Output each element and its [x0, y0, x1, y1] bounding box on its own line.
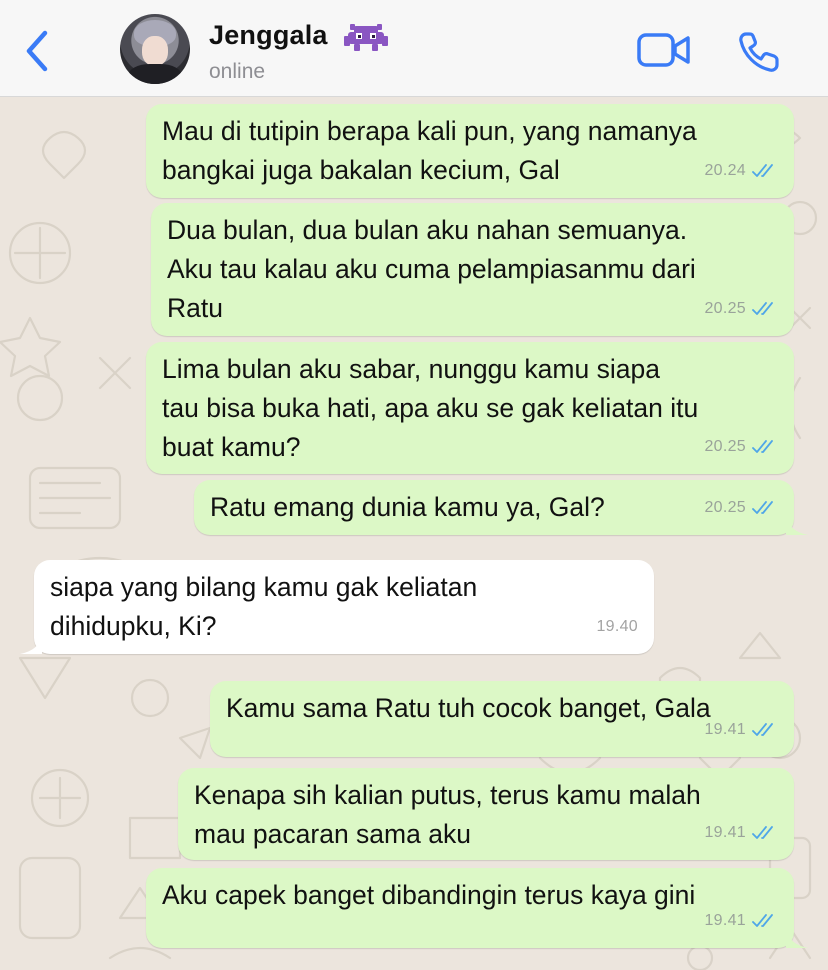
- message-text: Mau di tutipin berapa kali pun, yang nam…: [162, 116, 697, 185]
- message-list[interactable]: Mau di tutipin berapa kali pun, yang nam…: [0, 98, 828, 970]
- phone-icon: [739, 32, 779, 72]
- message-bubble-outgoing[interactable]: Lima bulan aku sabar, nunggu kamu siapa …: [146, 342, 794, 474]
- read-receipt-double-check-icon: [752, 825, 773, 839]
- bubble-tail: [786, 928, 808, 948]
- read-receipt-double-check-icon: [752, 439, 773, 453]
- bubble-tail: [786, 515, 808, 535]
- message-bubble-outgoing[interactable]: Dua bulan, dua bulan aku nahan semuanya.…: [151, 203, 794, 336]
- contact-status: online: [209, 60, 266, 83]
- message-meta: 19.41: [704, 813, 778, 852]
- video-camera-icon: [637, 33, 690, 67]
- message-time: 19.41: [704, 824, 746, 841]
- message-text: Aku capek banget dibandingin terus kaya …: [162, 880, 696, 910]
- message-meta: 20.24: [704, 151, 778, 190]
- message-time: 20.25: [704, 300, 746, 317]
- contact-name[interactable]: Jenggala: [209, 20, 328, 51]
- video-call-button[interactable]: [637, 30, 691, 70]
- message-meta: 19.40: [596, 607, 638, 646]
- message-text: Ratu emang dunia kamu ya, Gal?: [210, 492, 605, 522]
- message-meta: 20.25: [704, 488, 778, 527]
- message-time: 19.41: [704, 721, 746, 738]
- contact-avatar[interactable]: [120, 14, 190, 84]
- message-meta: 19.41: [704, 710, 778, 749]
- message-time: 19.40: [596, 618, 638, 635]
- message-meta: 20.25: [704, 289, 778, 328]
- message-text: Kamu sama Ratu tuh cocok banget, Gala: [226, 693, 711, 723]
- message-bubble-outgoing[interactable]: Aku capek banget dibandingin terus kaya …: [146, 868, 808, 948]
- chat-header: Jenggala online: [0, 0, 828, 97]
- voice-call-button[interactable]: [735, 28, 783, 76]
- read-receipt-double-check-icon: [752, 301, 773, 315]
- chevron-left-icon: [26, 30, 48, 72]
- bubble-tail: [20, 634, 42, 654]
- message-time: 20.25: [704, 438, 746, 455]
- alien-monster-icon: [344, 24, 388, 51]
- message-bubble-outgoing[interactable]: Kamu sama Ratu tuh cocok banget, Gala 19…: [210, 681, 794, 757]
- back-button[interactable]: [18, 26, 58, 76]
- read-receipt-double-check-icon: [752, 722, 773, 736]
- read-receipt-double-check-icon: [752, 500, 773, 514]
- read-receipt-double-check-icon: [752, 913, 773, 927]
- message-time: 20.24: [704, 162, 746, 179]
- read-receipt-double-check-icon: [752, 163, 773, 177]
- message-time: 20.25: [704, 499, 746, 516]
- message-bubble-outgoing[interactable]: Kenapa sih kalian putus, terus kamu mala…: [178, 768, 794, 860]
- message-meta: 20.25: [704, 427, 778, 466]
- message-bubble-incoming[interactable]: siapa yang bilang kamu gak keliatan dihi…: [20, 560, 654, 654]
- message-time: 19.41: [704, 912, 746, 929]
- message-text: Kenapa sih kalian putus, terus kamu mala…: [194, 780, 701, 849]
- message-bubble-outgoing[interactable]: Ratu emang dunia kamu ya, Gal? 20.25: [194, 480, 808, 535]
- message-text: Lima bulan aku sabar, nunggu kamu siapa …: [162, 354, 699, 462]
- message-text: siapa yang bilang kamu gak keliatan dihi…: [50, 572, 478, 641]
- message-meta: 19.41: [704, 901, 778, 940]
- message-bubble-outgoing[interactable]: Mau di tutipin berapa kali pun, yang nam…: [146, 104, 794, 198]
- message-text: Dua bulan, dua bulan aku nahan semuanya.…: [167, 215, 696, 323]
